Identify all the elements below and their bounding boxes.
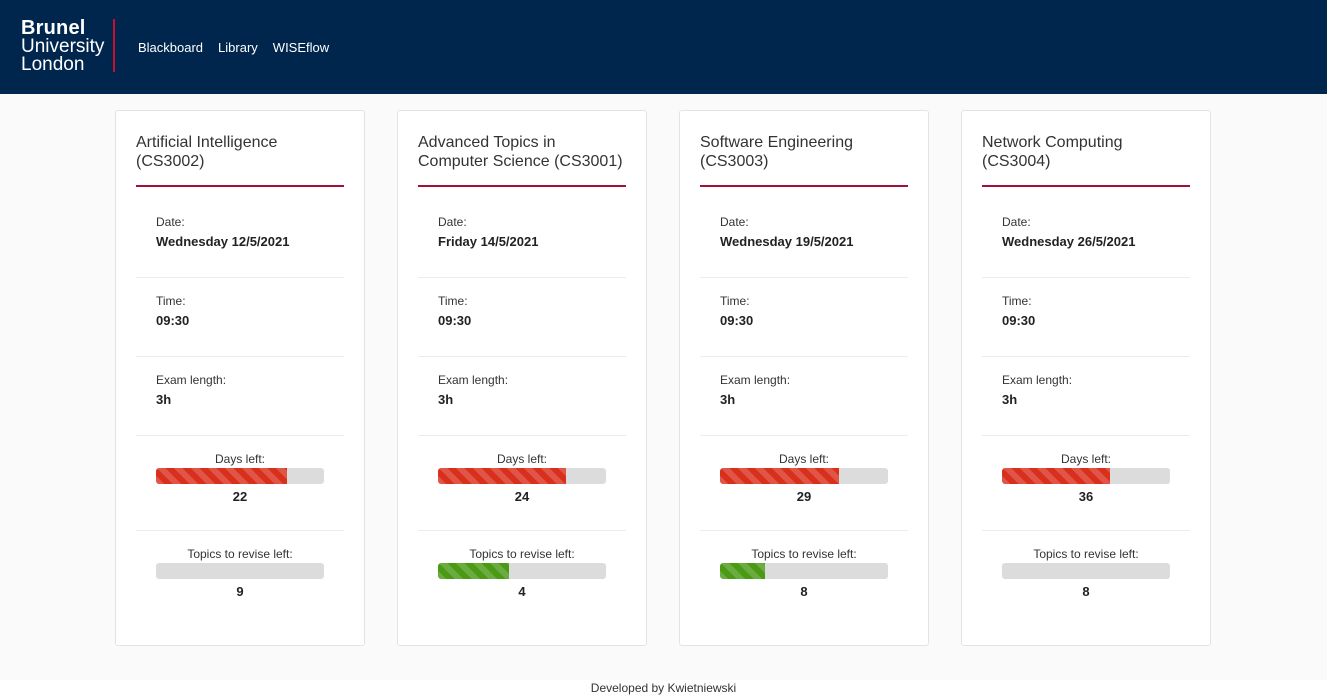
time-label: Time: (1002, 294, 1032, 308)
exam-length-row: Exam length: 3h (982, 357, 1190, 436)
days-left-progress-fill (438, 468, 566, 484)
topics-left-label: Topics to revise left: (187, 547, 293, 561)
date-row: Date: Wednesday 26/5/2021 (982, 187, 1190, 278)
topics-left-progress-bar (438, 563, 606, 579)
exam-length-label: Exam length: (720, 373, 791, 387)
logo-line-3: London (21, 54, 85, 75)
days-left-value: 22 (232, 489, 248, 504)
days-left-value: 24 (514, 489, 530, 504)
topics-left-progress-fill (438, 563, 509, 579)
topics-left-value: 9 (236, 584, 244, 599)
time-label: Time: (438, 294, 468, 308)
topics-left-row: Topics to revise left: 8 (700, 531, 908, 626)
date-label: Date: (1002, 215, 1031, 229)
date-row: Date: Wednesday 19/5/2021 (700, 187, 908, 278)
topics-left-progress-fill (720, 563, 766, 579)
topics-left-label: Topics to revise left: (751, 547, 857, 561)
days-left-row: Days left: 22 (136, 436, 344, 531)
topics-left-value: 4 (518, 584, 526, 599)
exam-length-value: 3h (438, 392, 454, 407)
exam-title: Network Computing (CS3004) (982, 131, 1190, 187)
exam-length-row: Exam length: 3h (136, 357, 344, 436)
exam-title: Software Engineering (CS3003) (700, 131, 908, 187)
time-row: Time: 09:30 (700, 278, 908, 357)
days-left-progress-bar (1002, 468, 1170, 484)
date-label: Date: (720, 215, 749, 229)
exam-length-label: Exam length: (438, 373, 509, 387)
footer: Developed by Kwietniewski (0, 680, 1327, 696)
topics-left-value: 8 (800, 584, 808, 599)
date-label: Date: (438, 215, 467, 229)
exam-cards: Artificial Intelligence (CS3002) Date: W… (115, 110, 1211, 646)
time-label: Time: (156, 294, 186, 308)
topics-left-progress-bar (156, 563, 324, 579)
nav-links: Blackboard Library WISEflow (138, 40, 344, 55)
days-left-row: Days left: 29 (700, 436, 908, 531)
exam-length-label: Exam length: (1002, 373, 1073, 387)
days-left-progress-fill (156, 468, 288, 484)
exam-length-value: 3h (1002, 392, 1018, 407)
top-navbar: Brunel University London Blackboard Libr… (0, 0, 1327, 94)
topics-left-value: 8 (1082, 584, 1090, 599)
days-left-label: Days left: (1060, 452, 1111, 466)
days-left-progress-bar (720, 468, 888, 484)
nav-link-blackboard[interactable]: Blackboard (138, 40, 203, 55)
topics-left-row: Topics to revise left: 4 (418, 531, 626, 626)
time-value: 09:30 (156, 313, 190, 328)
topics-left-progress-bar (720, 563, 888, 579)
exam-length-value: 3h (156, 392, 172, 407)
date-row: Date: Wednesday 12/5/2021 (136, 187, 344, 278)
exam-card: Artificial Intelligence (CS3002) Date: W… (115, 110, 365, 646)
days-left-label: Days left: (214, 452, 265, 466)
exam-length-label: Exam length: (156, 373, 227, 387)
brunel-logo[interactable]: Brunel University London (21, 18, 104, 74)
days-left-value: 36 (1078, 489, 1094, 504)
exam-length-row: Exam length: 3h (418, 357, 626, 436)
date-label: Date: (156, 215, 185, 229)
time-value: 09:30 (1002, 313, 1036, 328)
date-value: Wednesday 26/5/2021 (1002, 234, 1136, 249)
date-row: Date: Friday 14/5/2021 (418, 187, 626, 278)
exam-card: Advanced Topics in Computer Science (CS3… (397, 110, 647, 646)
topics-left-row: Topics to revise left: 8 (982, 531, 1190, 626)
exam-card: Network Computing (CS3004) Date: Wednesd… (961, 110, 1211, 646)
exam-length-row: Exam length: 3h (700, 357, 908, 436)
topics-left-label: Topics to revise left: (1033, 547, 1139, 561)
exam-title: Advanced Topics in Computer Science (CS3… (418, 131, 626, 187)
days-left-progress-fill (1002, 468, 1110, 484)
days-left-progress-bar (156, 468, 324, 484)
date-value: Wednesday 12/5/2021 (156, 234, 290, 249)
exam-length-value: 3h (720, 392, 736, 407)
date-value: Wednesday 19/5/2021 (720, 234, 854, 249)
days-left-label: Days left: (778, 452, 829, 466)
exam-card: Software Engineering (CS3003) Date: Wedn… (679, 110, 929, 646)
days-left-row: Days left: 36 (982, 436, 1190, 531)
days-left-progress-fill (720, 468, 840, 484)
topics-left-label: Topics to revise left: (469, 547, 575, 561)
nav-link-wiseflow[interactable]: WISEflow (273, 40, 329, 55)
logo-line-1: Brunel (21, 17, 86, 39)
exam-title: Artificial Intelligence (CS3002) (136, 131, 344, 187)
time-value: 09:30 (438, 313, 472, 328)
nav-link-library[interactable]: Library (218, 40, 258, 55)
time-row: Time: 09:30 (982, 278, 1190, 357)
days-left-label: Days left: (496, 452, 547, 466)
logo-divider (113, 19, 115, 72)
time-row: Time: 09:30 (418, 278, 626, 357)
time-value: 09:30 (720, 313, 754, 328)
time-label: Time: (720, 294, 750, 308)
days-left-row: Days left: 24 (418, 436, 626, 531)
date-value: Friday 14/5/2021 (438, 234, 539, 249)
time-row: Time: 09:30 (136, 278, 344, 357)
topics-left-row: Topics to revise left: 9 (136, 531, 344, 626)
topics-left-progress-bar (1002, 563, 1170, 579)
days-left-progress-bar (438, 468, 606, 484)
days-left-value: 29 (796, 489, 812, 504)
